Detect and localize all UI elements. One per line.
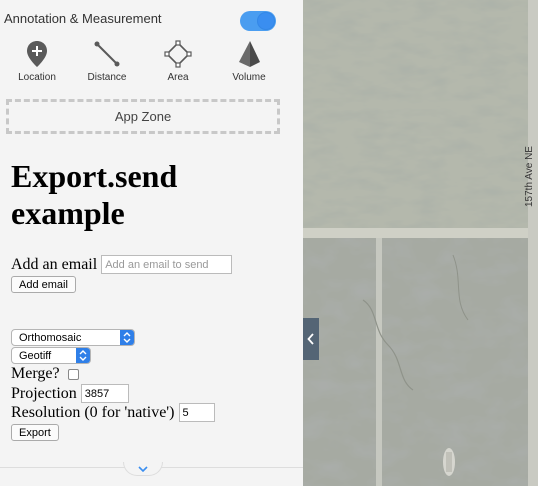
format-select-value: Geotiff — [19, 349, 52, 362]
road-label-text: 157th Ave NE — [524, 146, 535, 207]
format-select-row: Geotiff — [11, 347, 91, 364]
distance-line-icon — [94, 41, 120, 67]
merge-label: Merge? — [11, 365, 60, 382]
location-pin-plus-icon — [27, 41, 47, 67]
email-input[interactable] — [101, 255, 233, 274]
tool-location-button[interactable]: Location — [7, 40, 67, 83]
tool-location-label: Location — [18, 72, 56, 83]
tool-area-button[interactable]: Area — [148, 40, 208, 83]
aerial-imagery — [303, 0, 538, 486]
select-arrows-icon — [76, 348, 90, 363]
tool-area-label: Area — [167, 72, 189, 83]
select-arrows-icon — [120, 330, 134, 345]
app-zone: App Zone — [6, 99, 280, 134]
annotation-panel: Annotation & Measurement Location Distan… — [0, 0, 303, 486]
layer-select-row: Orthomosaic — [11, 329, 135, 346]
add-email-row: Add email — [11, 276, 76, 293]
export-row: Export — [11, 424, 59, 441]
panel-title: Annotation & Measurement — [4, 11, 162, 26]
resolution-row: Resolution (0 for 'native') — [11, 403, 215, 422]
export-button[interactable]: Export — [11, 424, 59, 441]
email-label: Add an email — [11, 255, 98, 273]
road-label: 157th Ave NE — [522, 135, 536, 210]
area-polygon-icon — [164, 40, 192, 68]
merge-row: Merge? — [11, 365, 79, 383]
app-content: Export.send example — [11, 158, 296, 232]
format-select[interactable]: Geotiff — [11, 347, 91, 364]
merge-checkbox[interactable] — [67, 368, 79, 380]
page-heading: Export.send example — [11, 158, 178, 231]
map-panel-toggle-button[interactable] — [303, 318, 319, 360]
tool-volume-label: Volume — [232, 72, 266, 83]
app-zone-label: App Zone — [114, 109, 172, 124]
add-email-button[interactable]: Add email — [11, 276, 76, 293]
collapse-panel-button[interactable] — [123, 462, 163, 476]
resolution-label: Resolution (0 for 'native') — [11, 403, 175, 421]
toggle-knob — [257, 12, 275, 30]
layer-select-value: Orthomosaic — [19, 331, 82, 344]
tool-distance-label: Distance — [87, 72, 127, 83]
chevron-left-icon — [307, 333, 314, 345]
volume-pyramid-icon — [239, 41, 260, 67]
tool-distance-button[interactable]: Distance — [77, 40, 137, 83]
satellite-map[interactable] — [303, 0, 538, 486]
projection-input[interactable] — [80, 384, 129, 403]
layer-select[interactable]: Orthomosaic — [11, 329, 135, 346]
projection-label: Projection — [11, 384, 77, 402]
email-row: Add an email — [11, 255, 233, 274]
chevron-down-icon — [138, 465, 148, 472]
projection-row: Projection — [11, 384, 129, 403]
tool-volume-button[interactable]: Volume — [219, 40, 279, 83]
resolution-input[interactable] — [178, 403, 215, 422]
annotation-toggle[interactable] — [240, 11, 276, 31]
